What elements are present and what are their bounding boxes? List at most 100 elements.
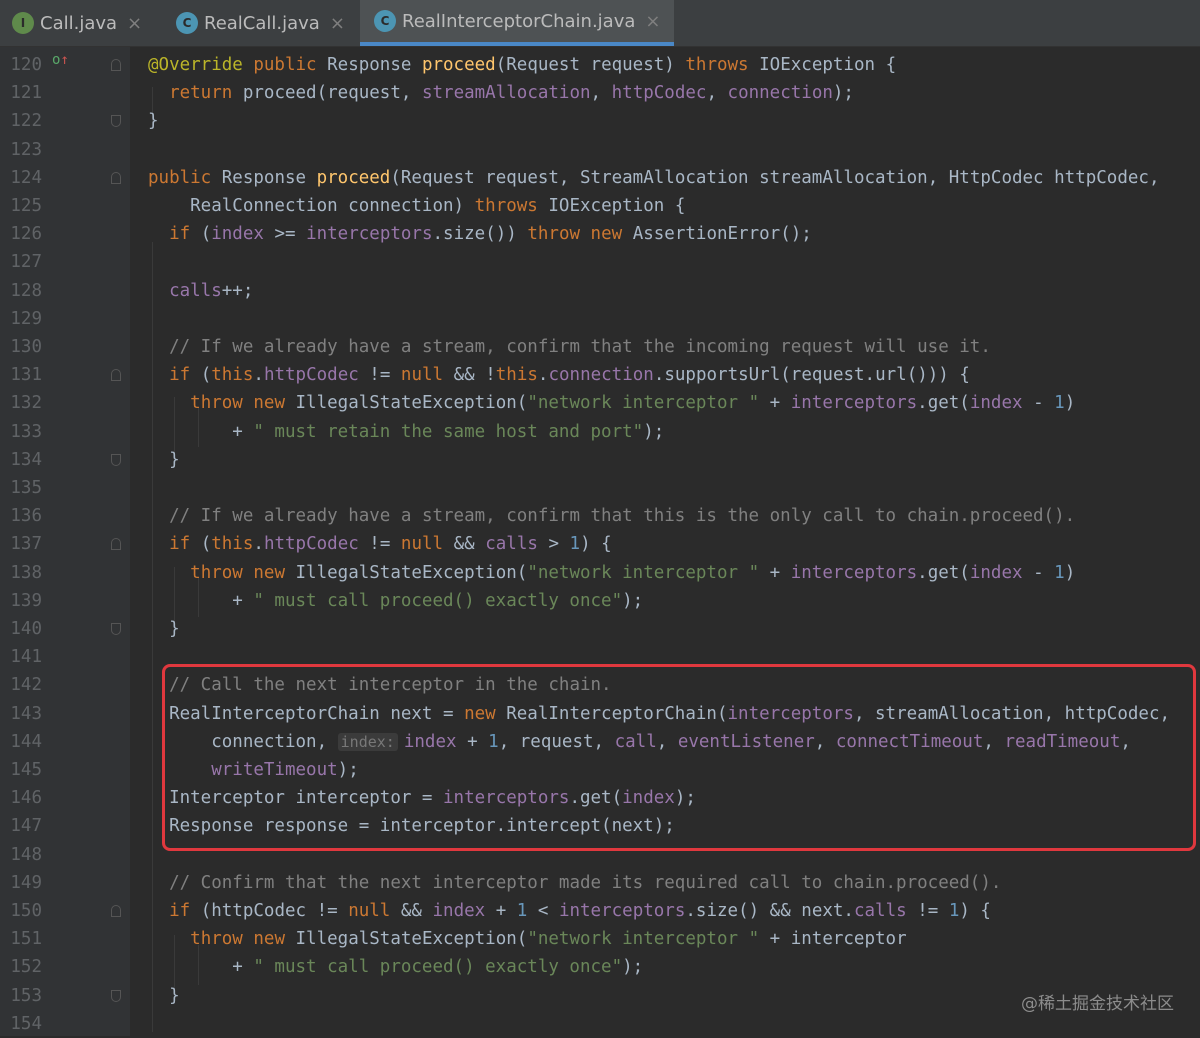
code-token: calls <box>169 280 222 301</box>
code-line[interactable]: 123 <box>0 136 1200 164</box>
code-line[interactable]: 129 <box>0 305 1200 333</box>
code-token: >= <box>263 224 307 245</box>
tab-label: Call.java <box>40 12 118 34</box>
code-line[interactable]: 139 + " must call proceed() exactly once… <box>0 587 1200 615</box>
tab-label: RealCall.java <box>204 12 320 34</box>
line-number: 122 <box>10 111 42 132</box>
code-text: throw new IllegalStateException("network… <box>148 559 1075 587</box>
code-text: } <box>148 446 180 474</box>
code-text: public Response proceed(Request request,… <box>148 164 1159 192</box>
tab-realcall-java[interactable]: C RealCall.java × <box>176 0 345 46</box>
code-line[interactable]: 122} <box>0 107 1200 135</box>
code-token: . <box>253 365 264 386</box>
code-line[interactable]: 128 calls++; <box>0 277 1200 305</box>
fold-marker-icon[interactable] <box>111 623 121 635</box>
code-token: interceptors <box>790 562 918 583</box>
code-token: index <box>969 562 1023 583</box>
code-token: + <box>148 957 254 978</box>
code-text: // Confirm that the next interceptor mad… <box>148 869 1001 897</box>
code-line[interactable]: 126 if (index >= interceptors.size()) th… <box>0 220 1200 248</box>
code-token: != <box>906 901 949 921</box>
code-text: // If we already have a stream, confirm … <box>148 502 1075 530</box>
code-line[interactable]: 124 public Response proceed(Request reque… <box>0 164 1200 192</box>
code-line[interactable]: 150 if (httpCodec != null && index + 1 <… <box>0 897 1200 925</box>
line-number: 120 <box>10 55 42 75</box>
code-text: return proceed(request, streamAllocation… <box>148 79 854 107</box>
code-text: } <box>148 982 180 1010</box>
code-line[interactable]: 154 <box>0 1010 1200 1038</box>
code-token: ( <box>200 224 212 245</box>
code-line[interactable]: 120 @Override public Response proceed(Req… <box>0 51 1200 79</box>
line-number: 139 <box>10 590 42 611</box>
code-token: "network interceptor " <box>527 929 760 950</box>
fold-marker-icon[interactable] <box>111 538 121 551</box>
code-token: && <box>453 534 486 555</box>
code-token: interceptors <box>306 224 433 245</box>
fold-marker-icon[interactable] <box>111 369 121 382</box>
code-token: " must retain the same host and port" <box>253 421 644 442</box>
code-token: 1 <box>948 901 960 921</box>
fold-marker-icon[interactable] <box>111 989 121 1002</box>
close-icon[interactable]: × <box>645 11 660 32</box>
code-token: .get( <box>917 393 970 414</box>
code-line[interactable]: 140 } <box>0 615 1200 643</box>
code-line[interactable]: 151 throw new IllegalStateException("net… <box>0 925 1200 953</box>
close-icon[interactable]: × <box>127 13 142 34</box>
code-line[interactable]: 135 <box>0 474 1200 502</box>
watermark: @稀土掘金技术社区 <box>1021 994 1174 1014</box>
code-token: public <box>253 55 328 75</box>
code-line[interactable]: 121 return proceed(request, streamAlloca… <box>0 79 1200 107</box>
code-token: + <box>485 901 517 921</box>
code-line[interactable]: 136 // If we already have a stream, conf… <box>0 502 1200 530</box>
code-line[interactable]: 132 throw new IllegalStateException("net… <box>0 389 1200 417</box>
highlight-box <box>162 664 1196 851</box>
code-token: (httpCodec != <box>200 901 349 921</box>
override-gutter-marker[interactable]: o↑ <box>52 52 69 68</box>
line-number: 121 <box>10 83 42 104</box>
fold-marker-icon[interactable] <box>111 115 121 128</box>
fold-marker-icon[interactable] <box>111 453 121 466</box>
code-token: throw new <box>190 929 296 950</box>
code-text: } <box>148 107 159 135</box>
code-line[interactable]: 125 RealConnection connection) throws IO… <box>0 192 1200 220</box>
code-line[interactable]: 134 } <box>0 446 1200 474</box>
line-number: 125 <box>10 196 42 216</box>
fold-marker-icon[interactable] <box>111 171 121 184</box>
code-text: if (httpCodec != null && index + 1 < int… <box>148 897 991 925</box>
code-text: @Override public Response proceed(Reques… <box>148 51 896 79</box>
code-line[interactable]: 138 throw new IllegalStateException("net… <box>0 559 1200 587</box>
code-token: // Confirm that the next interceptor mad… <box>169 872 1002 893</box>
code-token: // If we already have a stream, confirm … <box>169 337 991 357</box>
code-line[interactable]: 131 if (this.httpCodec != null && !this.… <box>0 361 1200 389</box>
code-token: < <box>527 901 559 921</box>
code-token: proceed <box>316 167 391 188</box>
code-line[interactable]: 153 } <box>0 982 1200 1010</box>
line-number: 154 <box>10 1013 42 1034</box>
code-token: this <box>495 365 538 386</box>
code-token: .get( <box>917 562 970 583</box>
code-line[interactable]: 149 // Confirm that the next interceptor… <box>0 869 1200 897</box>
code-token: null <box>348 901 401 921</box>
interface-icon: I <box>12 12 34 34</box>
fold-marker-icon[interactable] <box>111 905 121 917</box>
code-token: != <box>358 534 401 555</box>
code-line[interactable]: 137 if (this.httpCodec != null && calls … <box>0 530 1200 558</box>
line-number: 135 <box>10 478 42 498</box>
code-line[interactable]: 127 <box>0 248 1200 276</box>
code-token: @Override <box>148 55 254 75</box>
code-token: IllegalStateException( <box>295 393 528 414</box>
code-token: if <box>169 901 201 921</box>
code-token: proceed <box>421 55 496 75</box>
fold-marker-icon[interactable] <box>111 59 121 71</box>
line-number: 131 <box>10 365 42 386</box>
code-line[interactable]: 152 + " must call proceed() exactly once… <box>0 953 1200 981</box>
tab-realinterceptorchain-java[interactable]: C RealInterceptorChain.java × <box>360 0 675 46</box>
close-icon[interactable]: × <box>330 13 345 34</box>
code-editor[interactable]: 120 @Override public Response proceed(Req… <box>0 47 1200 1036</box>
code-line[interactable]: 133 + " must retain the same host and po… <box>0 418 1200 446</box>
code-token: ( <box>200 534 212 555</box>
code-line[interactable]: 130 // If we already have a stream, conf… <box>0 333 1200 361</box>
tab-call-java[interactable]: I Call.java × <box>12 0 142 46</box>
